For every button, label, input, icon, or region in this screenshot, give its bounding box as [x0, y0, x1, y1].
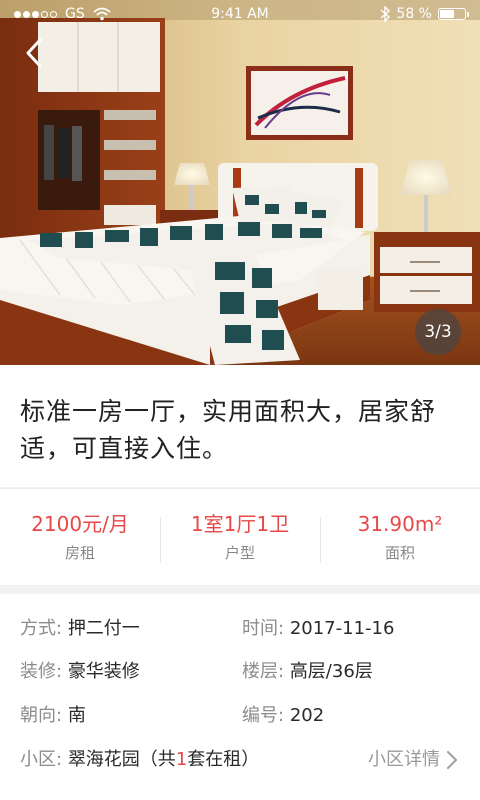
- stat-area: 31.90m² 面积: [320, 511, 480, 563]
- rent-label: 房租: [64, 544, 95, 562]
- detail-row: 方式: 押二付一 时间: 2017-11-16: [0, 614, 480, 644]
- photo-counter: 3/3: [415, 309, 461, 355]
- battery-icon: [438, 8, 469, 20]
- number-detail: 编号: 202: [242, 701, 324, 731]
- chevron-left-icon: [26, 38, 42, 68]
- number-label: 编号:: [242, 705, 285, 726]
- community-detail: 小区: 翠海花园（共1套在租）: [20, 745, 259, 775]
- decoration-value: 豪华装修: [67, 661, 140, 682]
- community-details-link[interactable]: 小区详情: [368, 745, 458, 775]
- signal-dot: [23, 10, 30, 18]
- status-time: 9:41 AM: [211, 6, 269, 22]
- floor-detail: 楼层: 高层/36层: [242, 657, 373, 687]
- rental-count: 1: [175, 749, 188, 770]
- orientation-detail: 朝向: 南: [20, 701, 86, 731]
- detail-row: 朝向: 南 编号: 202: [0, 701, 480, 731]
- payment-detail: 方式: 押二付一: [20, 614, 140, 644]
- signal-dot: [32, 10, 39, 18]
- orientation-value: 南: [67, 705, 86, 726]
- number-value: 202: [289, 705, 325, 726]
- decoration-detail: 装修: 豪华装修: [20, 657, 140, 687]
- time-label: 时间:: [242, 618, 285, 639]
- wifi-icon: [93, 7, 111, 21]
- battery-level: [440, 10, 454, 18]
- carrier-name: GS: [65, 6, 85, 22]
- signal-dot: [41, 10, 48, 18]
- battery-percent: 58 %: [396, 6, 432, 22]
- listing-photo[interactable]: [0, 0, 480, 365]
- time-detail: 时间: 2017-11-16: [242, 614, 394, 644]
- chevron-right-icon: [447, 751, 457, 769]
- back-button[interactable]: [18, 36, 52, 70]
- community-label: 小区:: [20, 749, 63, 770]
- payment-label: 方式:: [20, 618, 63, 639]
- bedroom-photo-illustration: [0, 0, 480, 365]
- status-right: 58 %: [306, 6, 469, 22]
- community-row: 小区: 翠海花园（共1套在租） 小区详情: [0, 745, 480, 775]
- community-details-label: 小区详情: [368, 749, 440, 770]
- orientation-label: 朝向:: [20, 705, 63, 726]
- listing-title-section: 标准一房一厅，实用面积大，居家舒适，可直接入住。: [0, 365, 480, 487]
- time-value: 2017-11-16: [289, 618, 395, 639]
- layout-value: 1室1厅1卫: [190, 512, 290, 536]
- detail-row: 装修: 豪华装修 楼层: 高层/36层: [0, 657, 480, 687]
- floor-label: 楼层:: [242, 661, 285, 682]
- key-stats: 2100元/月 房租 1室1厅1卫 户型 31.90m² 面积: [0, 488, 480, 585]
- listing-title: 标准一房一厅，实用面积大，居家舒适，可直接入住。: [20, 397, 437, 463]
- floor-value: 高层/36层: [289, 661, 373, 682]
- community-name-suffix: 套在租）: [187, 749, 260, 770]
- community-name-prefix: 翠海花园（共: [67, 749, 176, 770]
- listing-details: 方式: 押二付一 时间: 2017-11-16 装修: 豪华装修 楼层: 高层/…: [0, 594, 480, 800]
- area-label: 面积: [384, 544, 415, 562]
- status-bar: GS 9:41 AM 58 %: [0, 0, 480, 28]
- community-name: 翠海花园（共1套在租）: [68, 749, 259, 770]
- signal-strength-icon: [14, 10, 57, 18]
- status-left: GS: [14, 6, 174, 22]
- payment-value: 押二付一: [67, 618, 140, 639]
- signal-dot: [14, 10, 21, 18]
- signal-dot: [50, 10, 57, 18]
- area-value: 31.90m²: [357, 512, 443, 536]
- stat-rent: 2100元/月 房租: [0, 511, 160, 563]
- stat-layout: 1室1厅1卫 户型: [160, 511, 320, 563]
- bluetooth-icon: [380, 6, 391, 22]
- rent-value: 2100元/月: [31, 512, 129, 536]
- layout-label: 户型: [224, 544, 255, 562]
- decoration-label: 装修:: [20, 661, 63, 682]
